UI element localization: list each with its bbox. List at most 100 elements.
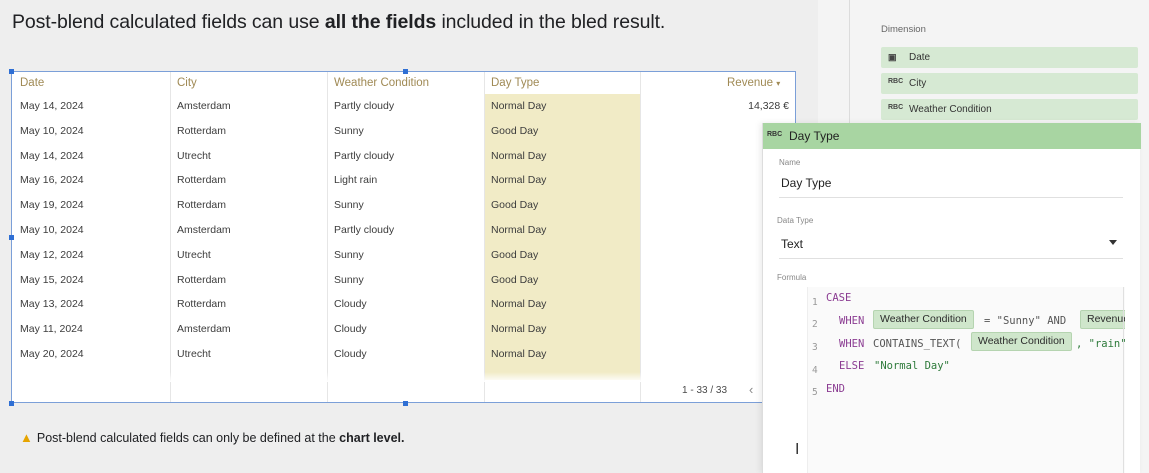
cell-city: Amsterdam bbox=[177, 224, 231, 236]
formula-string: , "rain" bbox=[1076, 338, 1125, 350]
keyword-else: ELSE bbox=[839, 360, 865, 372]
data-table[interactable]: Date City Weather Condition Day Type Rev… bbox=[11, 71, 796, 403]
warning-bold: chart level. bbox=[339, 431, 405, 445]
cell-city: Utrecht bbox=[177, 149, 211, 162]
resize-handle[interactable] bbox=[9, 235, 14, 240]
cell-city: Rotterdam bbox=[177, 298, 227, 311]
cell-day-type: Good Day bbox=[491, 248, 539, 261]
headline: Post-blend calculated fields can use all… bbox=[12, 11, 665, 34]
table-row[interactable]: May 13, 2024RotterdamCloudyNormal Day10 bbox=[12, 292, 795, 317]
table-row[interactable]: May 10, 2024 Amsterdam Partly cloudy Normal… bbox=[12, 218, 795, 243]
cell-day-type: Normal Day bbox=[491, 100, 547, 112]
cell-day-type: Normal Day bbox=[491, 149, 547, 162]
header-revenue[interactable]: Revenue ▾ bbox=[727, 77, 780, 89]
partial-row-fade bbox=[12, 372, 795, 382]
cell-city: Rotterdam bbox=[177, 199, 227, 212]
field-chip-weather-condition[interactable]: Weather Condition bbox=[971, 332, 1072, 351]
field-chip-weather-condition[interactable]: Weather Condition bbox=[873, 310, 974, 329]
cell-weather: Sunny bbox=[334, 199, 364, 212]
table-row[interactable]: May 16, 2024 Rotterdam Light rain Normal Da… bbox=[12, 168, 795, 193]
cell-day-type: Good Day bbox=[491, 273, 539, 286]
header-date[interactable]: Date bbox=[20, 77, 44, 89]
text-type-icon: RBC bbox=[888, 104, 904, 111]
line-number: 3 bbox=[812, 342, 818, 353]
data-type-select[interactable]: Text bbox=[781, 237, 803, 251]
table-row[interactable]: May 19, 2024RotterdamSunnyGood Day12 bbox=[12, 193, 795, 218]
field-editor-title: Day Type bbox=[789, 129, 840, 143]
dimension-date[interactable]: ▣ Date bbox=[881, 47, 1138, 68]
header-revenue-label: Revenue bbox=[727, 77, 774, 89]
cell-day-type: Good Day bbox=[491, 124, 539, 137]
field-editor-header[interactable]: RBC Day Type bbox=[763, 123, 1141, 149]
dimension-weather-condition[interactable]: RBC Weather Condition bbox=[881, 99, 1138, 120]
data-type-label: Data Type bbox=[777, 216, 814, 225]
cell-weather: Partly cloudy bbox=[334, 149, 395, 162]
line-number: 5 bbox=[812, 387, 818, 398]
formula-label: Formula bbox=[777, 273, 807, 282]
dimension-label: Weather Condition bbox=[909, 104, 992, 115]
cell-date: May 10, 2024 bbox=[20, 224, 84, 236]
cell-day-type: Normal Day bbox=[491, 348, 547, 360]
sort-descending-icon[interactable]: ▾ bbox=[776, 79, 780, 88]
text-type-icon: RBC bbox=[888, 78, 904, 85]
table-row[interactable]: May 15, 2024RotterdamSunnyGood Day10 bbox=[12, 268, 795, 293]
dimension-city[interactable]: RBC City bbox=[881, 73, 1138, 94]
headline-prefix: Post-blend calculated fields can use bbox=[12, 11, 325, 33]
headline-suffix: included in the bled result. bbox=[436, 11, 666, 33]
dimension-title: Dimension bbox=[881, 24, 926, 35]
cell-date: May 14, 2024 bbox=[20, 100, 84, 112]
warning-note: ▲ Post-blend calculated fields can only b… bbox=[20, 430, 405, 445]
text-type-icon: RBC bbox=[767, 131, 783, 138]
name-field-underline bbox=[779, 197, 1123, 198]
cell-weather: Cloudy bbox=[334, 298, 367, 311]
cell-city: Amsterdam bbox=[177, 100, 231, 112]
cell-date: May 15, 2024 bbox=[20, 273, 84, 286]
cell-date: May 19, 2024 bbox=[20, 199, 84, 212]
cell-day-type: Normal Day bbox=[491, 174, 547, 187]
pagination-label: 1 - 33 / 33 bbox=[682, 385, 728, 396]
table-row[interactable]: May 12, 2024UtrechtSunnyGood Day11 bbox=[12, 243, 795, 268]
chevron-down-icon[interactable] bbox=[1109, 240, 1117, 245]
cell-date: May 20, 2024 bbox=[20, 348, 84, 360]
cell-city: Utrecht bbox=[177, 248, 211, 261]
table-row[interactable]: May 10, 2024RotterdamSunnyGood Day13 bbox=[12, 119, 795, 144]
header-weather-condition[interactable]: Weather Condition bbox=[334, 77, 429, 89]
line-number: 4 bbox=[812, 365, 818, 376]
table-row[interactable]: May 14, 2024 Amsterdam Partly cloudy Normal… bbox=[12, 94, 795, 119]
cell-weather: Cloudy bbox=[334, 348, 367, 360]
name-field[interactable]: Day Type bbox=[781, 176, 831, 190]
warning-text: Post-blend calculated fields can only be… bbox=[36, 431, 340, 445]
cell-date: May 16, 2024 bbox=[20, 174, 84, 187]
function-contains-text: CONTAINS_TEXT( bbox=[873, 338, 962, 350]
line-number: 1 bbox=[812, 297, 818, 308]
cell-weather: Partly cloudy bbox=[334, 100, 395, 112]
header-city[interactable]: City bbox=[177, 77, 197, 89]
scrollbar[interactable] bbox=[1123, 287, 1124, 473]
table-row[interactable]: May 11, 2024AmsterdamCloudyNormal Day10 bbox=[12, 317, 795, 342]
line-number: 2 bbox=[812, 319, 818, 330]
resize-handle[interactable] bbox=[403, 69, 408, 74]
formula-editor[interactable]: 1 2 3 4 5 CASE WHEN Weather Condition = … bbox=[807, 287, 1125, 473]
cell-date: May 10, 2024 bbox=[20, 124, 84, 137]
text-cursor-icon: I bbox=[795, 441, 800, 458]
formula-operator: = "Sunny" AND bbox=[984, 315, 1067, 327]
dimension-label: Date bbox=[909, 52, 931, 63]
keyword-end: END bbox=[826, 383, 845, 395]
field-chip-revenue[interactable]: Revenue bbox=[1080, 310, 1125, 329]
cell-city: Utrecht bbox=[177, 348, 211, 360]
data-type-underline bbox=[779, 258, 1123, 259]
table-row[interactable]: May 20, 2024UtrechtCloudyNormal Day10 bbox=[12, 342, 795, 367]
resize-handle[interactable] bbox=[9, 401, 14, 406]
keyword-case: CASE bbox=[826, 292, 852, 304]
table-row[interactable]: May 14, 2024 Utrecht Partly cloudy Normal D… bbox=[12, 144, 795, 169]
resize-handle[interactable] bbox=[9, 69, 14, 74]
cell-date: May 12, 2024 bbox=[20, 248, 84, 261]
resize-handle[interactable] bbox=[403, 401, 408, 406]
cell-weather: Sunny bbox=[334, 248, 364, 261]
chevron-left-icon[interactable]: ‹ bbox=[749, 382, 753, 397]
header-day-type[interactable]: Day Type bbox=[491, 77, 539, 89]
cell-revenue: 14,328 € bbox=[748, 100, 789, 112]
cell-city: Rotterdam bbox=[177, 124, 227, 137]
cell-day-type: Good Day bbox=[491, 199, 539, 212]
cell-city: Amsterdam bbox=[177, 323, 231, 336]
